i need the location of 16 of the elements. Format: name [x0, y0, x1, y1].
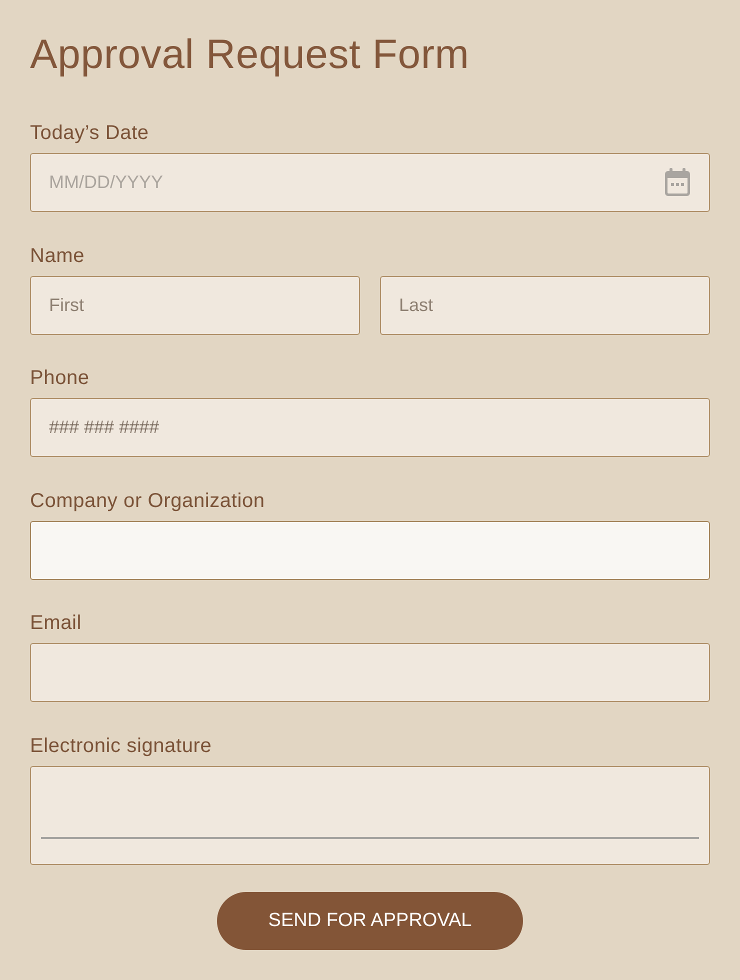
- field-label: Name: [30, 244, 85, 267]
- signature-pad[interactable]: [30, 766, 710, 865]
- field-label: Electronic signature: [30, 734, 212, 757]
- field-label: Phone: [30, 367, 90, 390]
- form-title: Approval Request Form: [30, 30, 470, 78]
- phone-input[interactable]: ### ### ####: [30, 398, 710, 458]
- field-label: Today’s Date: [30, 122, 149, 144]
- calendar-icon[interactable]: [665, 168, 690, 196]
- name-input[interactable]: First: [30, 276, 360, 335]
- email-input[interactable]: [30, 643, 710, 702]
- submit-button[interactable]: SEND FOR APPROVAL: [217, 892, 523, 950]
- date-input[interactable]: MM/DD/YYYY: [30, 153, 710, 212]
- field-label: Email: [30, 612, 82, 634]
- field-label: Company or Organization: [30, 490, 265, 512]
- company-input[interactable]: [30, 520, 710, 580]
- name-input[interactable]: Last: [380, 276, 710, 335]
